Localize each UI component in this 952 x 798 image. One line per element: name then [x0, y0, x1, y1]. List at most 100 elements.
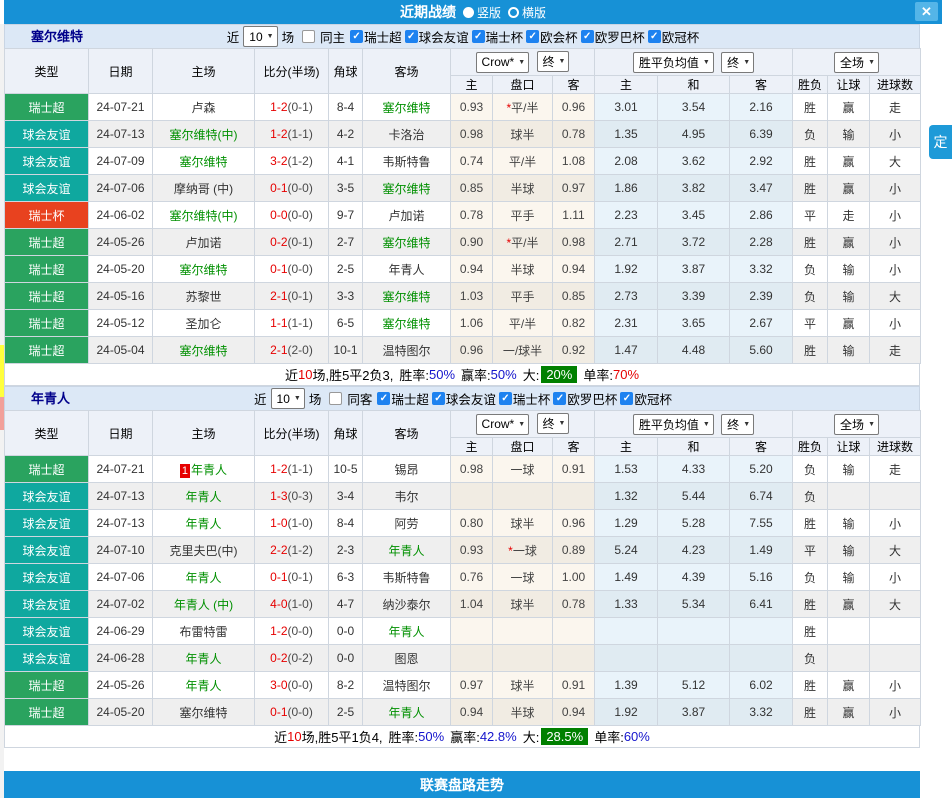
fulltime-score: 0-0	[270, 208, 287, 222]
summary-profit-rate: 50%	[491, 367, 517, 382]
league-filter[interactable]: ✓欧冠杯	[620, 389, 672, 408]
match-row: 瑞士杯 24-06-02 塞尔维特(中) 0-0(0-0) 9-7 卢加诺 0.…	[5, 202, 921, 229]
halftime-score: (0-0)	[288, 181, 313, 195]
league-filter[interactable]: ✓欧会杯	[526, 27, 578, 46]
summary-big-rate: 28.5%	[541, 728, 588, 745]
league-filter-label: 欧冠杯	[662, 27, 700, 46]
score-cell: 1-2(1-1)	[255, 121, 329, 148]
league-filter[interactable]: ✓欧罗巴杯	[553, 389, 617, 408]
header-away: 客场	[363, 411, 451, 456]
score-cell: 1-1(1-1)	[255, 310, 329, 337]
score-cell: 2-1(0-1)	[255, 283, 329, 310]
same-venue-checkbox[interactable]	[329, 392, 342, 405]
asia-away-odds: 1.08	[553, 148, 595, 175]
europe-stage-select[interactable]: 终▼	[721, 52, 754, 73]
league-filter[interactable]: ✓瑞士超	[377, 389, 429, 408]
league-filter[interactable]: ✓瑞士超	[350, 27, 402, 46]
bookmaker-select[interactable]: Crow*▼	[476, 414, 530, 435]
result-handicap: 输	[828, 510, 870, 537]
scope-select[interactable]: 全场▼	[834, 414, 879, 435]
score-cell: 0-1(0-0)	[255, 256, 329, 283]
away-team: 塞尔维特	[363, 175, 451, 202]
europe-draw-odds: 4.23	[658, 537, 730, 564]
match-row: 瑞士超 24-05-20 塞尔维特 0-1(0-0) 2-5 年青人 0.94 …	[5, 256, 921, 283]
europe-away-odds: 3.32	[730, 256, 793, 283]
home-team: 塞尔维特(中)	[153, 121, 255, 148]
fulltime-score: 2-1	[270, 289, 287, 303]
asia-away-odds: 0.78	[553, 591, 595, 618]
layout-radio-vertical[interactable]: 竖版	[463, 4, 501, 21]
result-handicap: 走	[828, 202, 870, 229]
games-count-select[interactable]: 10▼	[243, 26, 277, 47]
match-row: 瑞士超 24-05-12 圣加仑 1-1(1-1) 6-5 塞尔维特 1.06 …	[5, 310, 921, 337]
home-team: 年青人	[153, 483, 255, 510]
league-filter[interactable]: ✓欧罗巴杯	[581, 27, 645, 46]
away-team: 塞尔维特	[363, 283, 451, 310]
result-goals: 大	[870, 148, 921, 175]
rank-badge: 1	[180, 464, 190, 478]
asia-away-odds: 0.96	[553, 510, 595, 537]
match-row: 球会友谊 24-07-06 摩纳哥 (中) 0-1(0-0) 3-5 塞尔维特 …	[5, 175, 921, 202]
result-goals: 小	[870, 121, 921, 148]
league-filter[interactable]: ✓球会友谊	[432, 389, 496, 408]
europe-type-select[interactable]: 胜平负均值▼	[633, 52, 714, 73]
subheader-eu-home: 主	[595, 76, 658, 94]
league-filter[interactable]: ✓球会友谊	[405, 27, 469, 46]
layout-radio-horizontal[interactable]: 横版	[508, 4, 546, 21]
score-cell: 0-1(0-0)	[255, 175, 329, 202]
asia-stage-select[interactable]: 终▼	[537, 51, 570, 72]
result-wdl: 胜	[793, 672, 828, 699]
scope-select[interactable]: 全场▼	[834, 52, 879, 73]
filter-bar: 近 10▼ 场 同主 ✓瑞士超✓球会友谊✓瑞士杯✓欧会杯✓欧罗巴杯✓欧冠杯	[225, 26, 699, 47]
fulltime-score: 1-2	[270, 100, 287, 114]
halftime-score: (1-1)	[288, 462, 313, 476]
chevron-down-icon: ▼	[518, 421, 525, 428]
europe-home-odds: 1.35	[595, 121, 658, 148]
chevron-down-icon: ▼	[743, 59, 750, 66]
scope-value: 全场	[840, 54, 864, 71]
same-venue-checkbox[interactable]	[302, 30, 315, 43]
result-wdl: 负	[793, 645, 828, 672]
europe-stage-select[interactable]: 终▼	[721, 414, 754, 435]
bookmaker-select[interactable]: Crow*▼	[476, 52, 530, 73]
result-goals: 小	[870, 510, 921, 537]
close-button[interactable]: ✕	[915, 2, 938, 21]
team-name: 塞尔维特	[31, 25, 83, 49]
result-goals: 小	[870, 202, 921, 229]
asia-home-odds: 0.93	[451, 94, 493, 121]
summary-single-label: 单率:	[583, 365, 613, 384]
asia-away-odds: 0.89	[553, 537, 595, 564]
asia-stage-select[interactable]: 终▼	[537, 413, 570, 434]
result-goals: 大	[870, 591, 921, 618]
home-team: 苏黎世	[153, 283, 255, 310]
match-row: 瑞士超 24-05-04 塞尔维特 2-1(2-0) 10-1 温特图尔 0.9…	[5, 337, 921, 364]
europe-type-select[interactable]: 胜平负均值▼	[633, 414, 714, 435]
pin-button[interactable]: 定	[929, 125, 952, 159]
star-marker: *	[508, 544, 513, 558]
league-filter[interactable]: ✓瑞士杯	[472, 27, 524, 46]
match-date: 24-06-28	[89, 645, 153, 672]
league-badge: 球会友谊	[5, 148, 89, 175]
halftime-score: (0-0)	[288, 262, 313, 276]
result-goals: 走	[870, 94, 921, 121]
europe-home-odds: 1.49	[595, 564, 658, 591]
checkbox-checked-icon: ✓	[472, 30, 485, 43]
fulltime-score: 1-1	[270, 316, 287, 330]
corner-count: 9-7	[329, 202, 363, 229]
league-filter[interactable]: ✓瑞士杯	[499, 389, 551, 408]
halftime-score: (0-3)	[288, 489, 313, 503]
corner-count: 0-0	[329, 618, 363, 645]
fulltime-score: 1-2	[270, 462, 287, 476]
result-wdl: 平	[793, 202, 828, 229]
away-team: 温特图尔	[363, 672, 451, 699]
home-team: 年青人	[153, 564, 255, 591]
subheader-eu-draw: 和	[658, 438, 730, 456]
result-handicap: 输	[828, 283, 870, 310]
match-date: 24-06-02	[89, 202, 153, 229]
europe-away-odds: 6.39	[730, 121, 793, 148]
games-count-select[interactable]: 10▼	[271, 388, 305, 409]
europe-away-odds	[730, 618, 793, 645]
result-wdl: 胜	[793, 229, 828, 256]
match-date: 24-05-26	[89, 229, 153, 256]
league-filter[interactable]: ✓欧冠杯	[648, 27, 700, 46]
